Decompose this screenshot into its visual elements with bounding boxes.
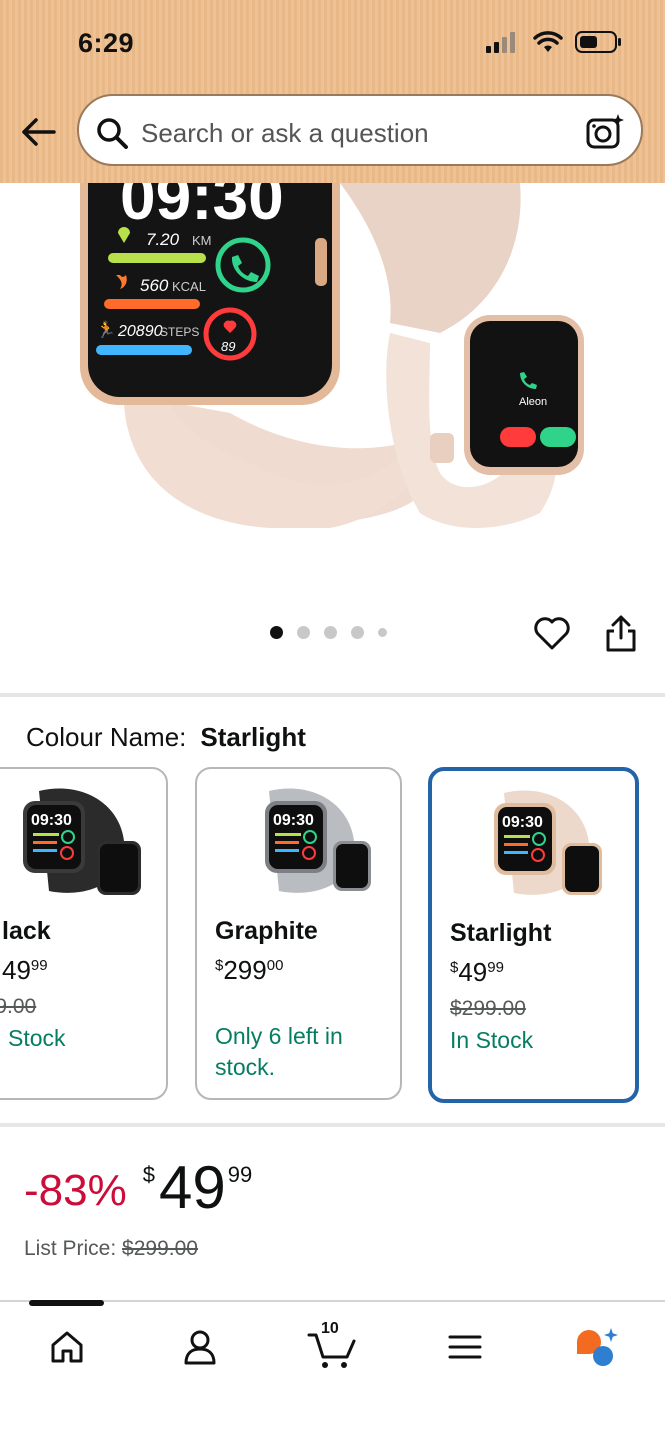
carousel-dots[interactable] (270, 626, 387, 639)
variant-stock: Stock (8, 1025, 66, 1051)
search-input[interactable]: Search or ask a question (141, 118, 429, 149)
variant-stock: In Stock (450, 1027, 534, 1053)
svg-text:KCAL: KCAL (172, 279, 206, 294)
nav-home[interactable] (42, 1322, 92, 1372)
menu-icon (448, 1335, 482, 1359)
header: 6:29 Search or ask a question (0, 0, 665, 183)
svg-text:09:30: 09:30 (31, 812, 72, 829)
product-image[interactable]: 09:30 7.20 KM 560 KCAL 🏃 20890 STEPS 89 (0, 183, 665, 603)
nav-menu[interactable] (440, 1322, 490, 1372)
variant-name: Starlight (450, 919, 552, 947)
heart-icon (534, 617, 570, 650)
svg-text:09:30: 09:30 (273, 812, 314, 829)
search-icon (97, 118, 128, 149)
back-button[interactable] (18, 112, 58, 152)
carousel-dot[interactable] (270, 626, 283, 639)
price-whole: 49 (158, 1154, 226, 1221)
status-time: 6:29 (78, 28, 135, 58)
watch-time: 09:30 (120, 183, 284, 233)
share-button[interactable] (604, 614, 638, 659)
selected-colour: Starlight (200, 722, 306, 752)
divider (0, 1123, 665, 1127)
variant-card-graphite[interactable]: 09:30 Graphite $29900 Only 6 left in sto… (195, 767, 402, 1100)
variant-name: lack (2, 917, 51, 945)
variant-stock: Only 6 left in stock. (215, 1023, 343, 1080)
variant-list-price: 299.00 (0, 995, 37, 1018)
bottom-nav: 10 (0, 1300, 665, 1440)
carousel-dot[interactable] (378, 628, 387, 637)
svg-text:7.20: 7.20 (146, 230, 180, 249)
variant-thumbnail: 09:30 (197, 781, 400, 901)
variant-price: $4999 (450, 957, 504, 987)
signal-icon (486, 32, 515, 53)
smartwatch-image: 09:30 7.20 KM 560 KCAL 🏃 20890 STEPS 89 (80, 183, 584, 528)
search-bar[interactable]: Search or ask a question (77, 94, 643, 166)
back-arrow-icon (22, 118, 56, 146)
variant-list-price: $299.00 (450, 997, 526, 1020)
list-price: List Price: $299.00 (24, 1237, 198, 1260)
cart-count: 10 (321, 1320, 339, 1337)
nav-account[interactable] (175, 1322, 225, 1372)
camera-search-icon[interactable] (585, 112, 625, 150)
nav-cart[interactable]: 10 (305, 1320, 361, 1372)
variant-thumbnail: 09:30 (432, 783, 635, 903)
discount-percent: -83% (24, 1166, 127, 1215)
svg-text:STEPS: STEPS (160, 325, 199, 339)
svg-text:20890: 20890 (117, 323, 163, 340)
svg-text:KM: KM (192, 233, 212, 248)
variant-price: 4999 (2, 955, 48, 985)
assistant-icon (577, 1328, 618, 1366)
variant-thumbnail: 09:30 (0, 781, 166, 901)
product-page: 6:29 Search or ask a question 09:30 7.20… (0, 0, 665, 1440)
variant-price: $29900 (215, 955, 284, 985)
home-icon (51, 1331, 83, 1363)
watch-thumbnail-image: 09:30 (493, 790, 602, 895)
svg-text:🏃: 🏃 (96, 320, 116, 339)
watch-thumbnail-image: 09:30 (23, 788, 141, 895)
divider (0, 693, 665, 697)
svg-text:09:30: 09:30 (502, 814, 543, 831)
nav-rufus-assistant[interactable] (572, 1322, 622, 1372)
battery-icon (575, 31, 621, 53)
svg-text:Aleon: Aleon (519, 396, 547, 408)
person-icon (184, 1330, 216, 1365)
variant-card-black[interactable]: 09:30 lack 4999 299.00 Stock (0, 767, 168, 1100)
variant-card-starlight[interactable]: 09:30 Starlight $4999 $299.00 In Stock (428, 767, 639, 1103)
active-tab-indicator (29, 1300, 104, 1306)
price-fraction: 99 (227, 1162, 253, 1187)
wifi-icon (533, 31, 563, 52)
deal-price: -83% $ 49 99 (24, 1158, 252, 1218)
carousel-dot[interactable] (351, 626, 364, 639)
svg-text:560: 560 (140, 276, 169, 295)
share-icon (606, 615, 636, 652)
colour-name-label: Colour Name: Starlight (26, 722, 306, 752)
watch-thumbnail-image: 09:30 (264, 788, 371, 893)
svg-text:89: 89 (221, 339, 235, 354)
variant-name: Graphite (215, 917, 318, 945)
status-icons (485, 30, 623, 54)
carousel-dot[interactable] (324, 626, 337, 639)
price-currency: $ (142, 1162, 155, 1187)
wishlist-button[interactable] (532, 614, 572, 657)
carousel-dot[interactable] (297, 626, 310, 639)
